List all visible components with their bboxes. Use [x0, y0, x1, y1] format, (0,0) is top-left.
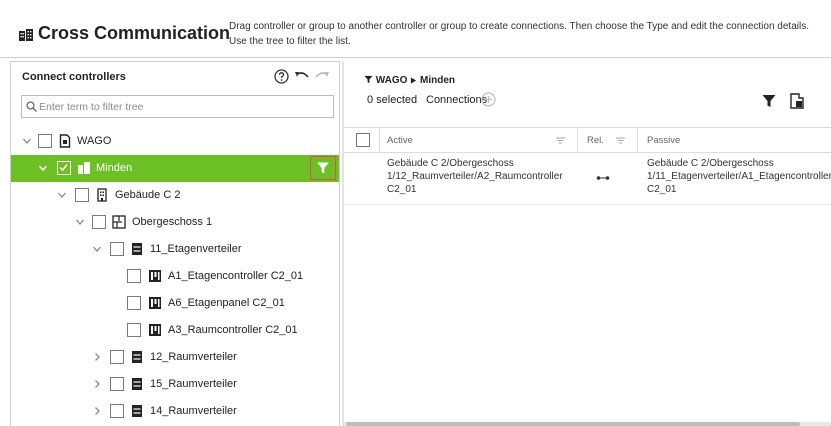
tree-node-label: Obergeschoss 1 [132, 216, 213, 228]
tree-node-checkbox[interactable] [110, 404, 124, 418]
tree-node-minden[interactable]: Minden [11, 155, 339, 182]
chevron-right-icon[interactable] [92, 379, 102, 389]
controller-icon [149, 270, 161, 282]
distributor-icon [132, 243, 142, 255]
help-icon[interactable] [274, 69, 289, 84]
column-menu-icon[interactable] [556, 137, 565, 144]
tree-node-label: A1_Etagencontroller C2_01 [168, 270, 304, 282]
page-title: Cross Communication [38, 23, 231, 43]
tree-node-controller[interactable]: A6_Etagenpanel C2_01 [11, 290, 339, 317]
cell-passive-text: Gebäude C 2/Obergeschoss 1/11_Etagenvert… [647, 158, 831, 195]
chevron-right-icon[interactable] [92, 406, 102, 416]
search-icon [26, 101, 37, 112]
export-icon[interactable] [790, 93, 804, 109]
building-icon [97, 188, 107, 202]
tree-node-controller[interactable]: A3_Raumcontroller C2_01 [11, 317, 339, 344]
column-separator [577, 128, 578, 152]
tree-panel-title: Connect controllers [22, 71, 126, 83]
connections-label: Connections [426, 94, 488, 106]
connection-icon [596, 176, 610, 180]
column-header-rel[interactable]: Rel. [587, 135, 604, 146]
tree-node-checkbox[interactable] [38, 134, 52, 148]
tree-node-checkbox[interactable] [92, 215, 106, 229]
controller-tree-panel: Connect controllers WAGO [10, 61, 340, 426]
page-description: Drag controller or group to another cont… [229, 21, 809, 47]
tree-node-checkbox[interactable] [110, 377, 124, 391]
add-connection-icon[interactable] [481, 92, 496, 107]
tree-node-floor[interactable]: Obergeschoss 1 [11, 209, 339, 236]
checkmark-icon [59, 164, 68, 172]
tree-node-distributor[interactable]: 14_Raumverteiler [11, 398, 339, 425]
tree-filter-input[interactable] [39, 98, 329, 115]
breadcrumb-current: Minden [420, 75, 456, 86]
tree-filter [21, 95, 334, 118]
column-separator [637, 128, 638, 152]
tree-node-distributor[interactable]: 12_Raumverteiler [11, 344, 339, 371]
filter-by-node-button[interactable] [310, 156, 336, 180]
filter-icon [364, 75, 373, 84]
column-header-active[interactable]: Active [387, 135, 413, 146]
page-header: Cross Communication Drag controller or g… [0, 0, 831, 58]
buildings-icon [19, 29, 33, 41]
document-icon [59, 134, 71, 148]
table-header: Active Rel. Passive [344, 127, 831, 153]
controller-icon [149, 324, 161, 336]
chevron-down-icon[interactable] [22, 136, 32, 146]
tree-node-label: A3_Raumcontroller C2_01 [168, 324, 298, 336]
tree-node-label: 12_Raumverteiler [150, 351, 237, 363]
distributor-icon [132, 405, 142, 417]
tree-node-label: 14_Raumverteiler [150, 405, 237, 417]
tree-panel-header: Connect controllers [11, 62, 339, 90]
tree-node-wago[interactable]: WAGO [11, 128, 339, 155]
tree-node-label: Minden [96, 162, 133, 174]
selected-count: 0 selected [367, 94, 418, 106]
undo-icon[interactable] [294, 70, 310, 82]
tree-node-checkbox[interactable] [57, 161, 71, 175]
chevron-down-icon[interactable] [75, 217, 85, 227]
scrollbar-thumb[interactable] [346, 422, 800, 426]
tree-node-checkbox[interactable] [110, 350, 124, 364]
column-header-passive[interactable]: Passive [647, 135, 680, 146]
tree-node-label: A6_Etagenpanel C2_01 [168, 297, 285, 309]
floor-plan-icon [112, 215, 126, 229]
tree-node-label: Gebäude C 2 [115, 189, 181, 201]
tree-node-distributor[interactable]: 11_Etagenverteiler [11, 236, 339, 263]
tree-node-checkbox[interactable] [127, 269, 141, 283]
column-menu-icon[interactable] [616, 137, 625, 144]
connections-panel: WAGO Minden 0 selected Connections Activ… [344, 61, 831, 426]
tree-node-label: WAGO [77, 135, 112, 147]
chevron-right-icon[interactable] [92, 352, 102, 362]
filter-icon [317, 162, 329, 174]
chevron-down-icon[interactable] [92, 244, 102, 254]
tree-node-checkbox[interactable] [127, 296, 141, 310]
tree-node-label: 15_Raumverteiler [150, 378, 237, 390]
controller-icon [149, 297, 161, 309]
tree-node-checkbox[interactable] [75, 188, 89, 202]
tree-node-checkbox[interactable] [127, 323, 141, 337]
distributor-icon [132, 378, 142, 390]
chevron-down-icon[interactable] [57, 190, 67, 200]
horizontal-scrollbar[interactable] [344, 422, 831, 426]
triangle-right-icon [411, 77, 417, 84]
column-separator [379, 128, 380, 152]
table-row[interactable]: Gebäude C 2/Obergeschoss 1/12_Raumvertei… [344, 153, 831, 205]
filter-icon[interactable] [762, 94, 776, 108]
select-all-checkbox[interactable] [356, 133, 370, 147]
breadcrumb: WAGO Minden [364, 75, 455, 86]
tree-node-label: 11_Etagenverteiler [150, 243, 242, 255]
chevron-down-icon[interactable] [38, 163, 48, 173]
tree-node-distributor[interactable]: 15_Raumverteiler [11, 371, 339, 398]
redo-icon[interactable] [314, 70, 330, 82]
tree-node-checkbox[interactable] [110, 242, 124, 256]
cell-active: Gebäude C 2/Obergeschoss 1/12_Raumvertei… [387, 158, 563, 195]
tree-node-building[interactable]: Gebäude C 2 [11, 182, 339, 209]
city-icon [78, 162, 90, 174]
cell-passive: Gebäude C 2/Obergeschoss 1/11_Etagenvert… [647, 157, 831, 196]
tree-node-controller[interactable]: A1_Etagencontroller C2_01 [11, 263, 339, 290]
distributor-icon [132, 351, 142, 363]
breadcrumb-root[interactable]: WAGO [376, 75, 408, 86]
